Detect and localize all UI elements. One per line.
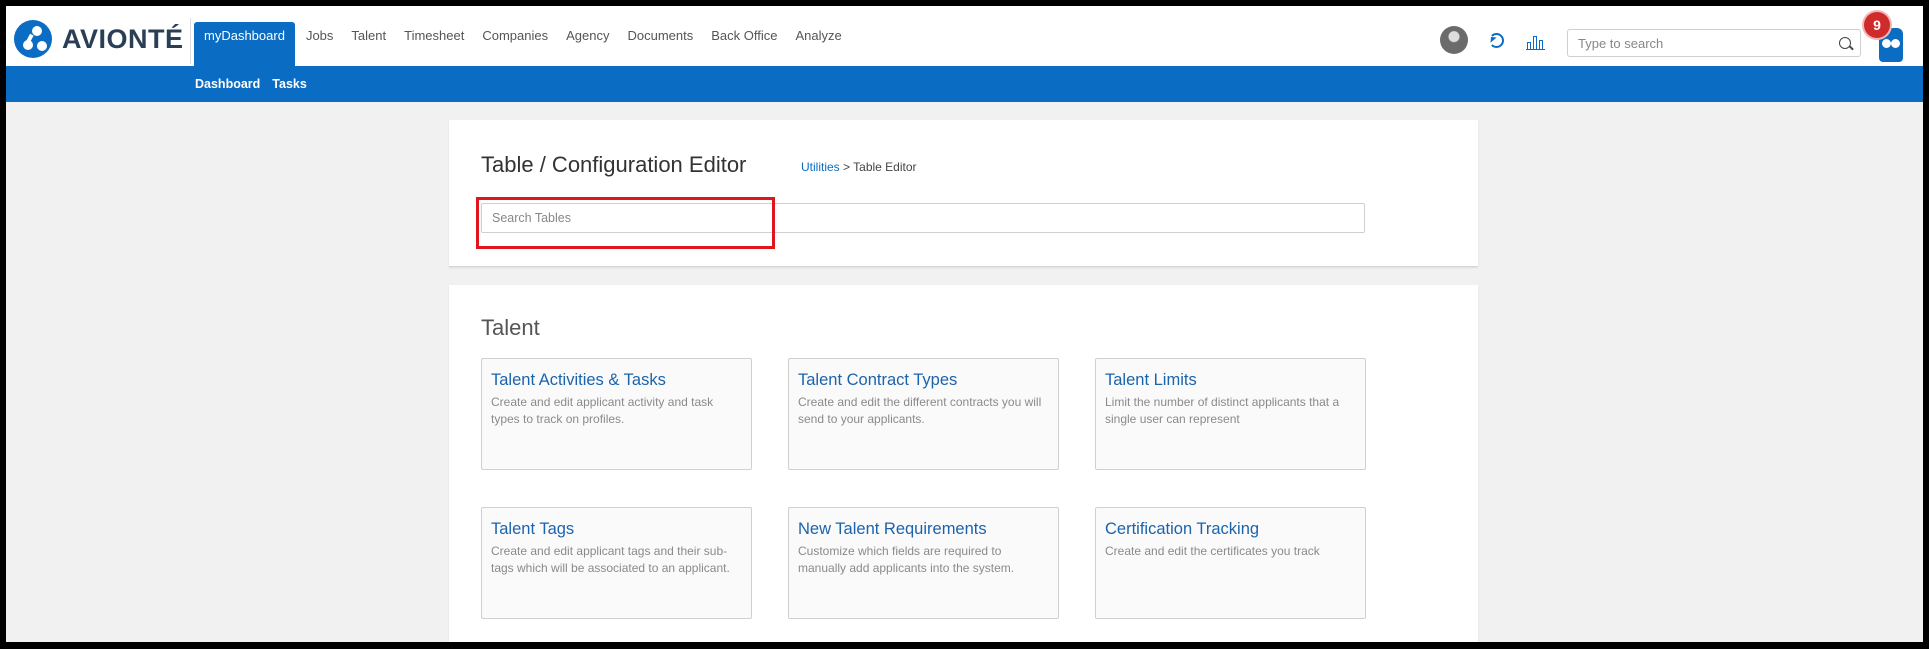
nav-jobs[interactable]: Jobs xyxy=(297,22,342,66)
sub-nav: Dashboard Tasks xyxy=(195,66,319,102)
tile-title[interactable]: Certification Tracking xyxy=(1105,520,1356,539)
nav-timesheet[interactable]: Timesheet xyxy=(395,22,473,66)
nav-mydashboard[interactable]: myDashboard xyxy=(194,22,295,66)
search-icon[interactable] xyxy=(1839,37,1851,49)
tile-desc: Create and edit the certificates you tra… xyxy=(1105,544,1320,558)
logo-text: AVIONTÉ xyxy=(62,23,184,54)
page-title: Table / Configuration Editor xyxy=(481,152,747,177)
top-header: AVIONTÉ myDashboard Jobs Talent Timeshee… xyxy=(6,6,1923,66)
breadcrumb-utilities[interactable]: Utilities xyxy=(801,160,840,174)
sub-nav-bar: Dashboard Tasks xyxy=(6,66,1923,102)
tile-talent-limits[interactable]: Talent Limits Limit the number of distin… xyxy=(1095,358,1366,470)
breadcrumb-current: Table Editor xyxy=(853,160,917,174)
breadcrumb-separator: > xyxy=(843,160,851,174)
subnav-tasks[interactable]: Tasks xyxy=(272,66,307,102)
main-nav: myDashboard Jobs Talent Timesheet Compan… xyxy=(194,22,851,66)
global-search xyxy=(1567,29,1861,57)
global-search-input[interactable] xyxy=(1568,30,1818,56)
tile-talent-activities[interactable]: Talent Activities & Tasks Create and edi… xyxy=(481,358,752,470)
tile-title[interactable]: Talent Activities & Tasks xyxy=(491,371,742,390)
tile-title[interactable]: Talent Tags xyxy=(491,520,742,539)
tile-desc: Customize which fields are required to m… xyxy=(798,544,1015,575)
divider xyxy=(190,18,191,64)
nav-documents[interactable]: Documents xyxy=(618,22,702,66)
highlight-box xyxy=(476,197,775,249)
refresh-icon[interactable] xyxy=(1489,33,1504,48)
avatar[interactable] xyxy=(1440,26,1468,54)
subnav-dashboard[interactable]: Dashboard xyxy=(195,66,260,102)
tile-new-talent-requirements[interactable]: New Talent Requirements Customize which … xyxy=(788,507,1059,619)
tile-talent-tags[interactable]: Talent Tags Create and edit applicant ta… xyxy=(481,507,752,619)
nav-analyze[interactable]: Analyze xyxy=(786,22,850,66)
nav-companies[interactable]: Companies xyxy=(473,22,557,66)
nav-back-office[interactable]: Back Office xyxy=(702,22,786,66)
tile-certification-tracking[interactable]: Certification Tracking Create and edit t… xyxy=(1095,507,1366,619)
editor-header-card: Table / Configuration Editor Utilities >… xyxy=(449,120,1478,267)
talent-section: Talent Talent Activities & Tasks Create … xyxy=(449,285,1478,642)
tile-title[interactable]: New Talent Requirements xyxy=(798,520,1049,539)
nav-agency[interactable]: Agency xyxy=(557,22,618,66)
section-title: Talent xyxy=(481,315,540,340)
notification-badge[interactable]: 9 xyxy=(1864,12,1890,38)
app-window: AVIONTÉ myDashboard Jobs Talent Timeshee… xyxy=(6,6,1923,642)
tile-desc: Create and edit the different contracts … xyxy=(798,395,1042,426)
tile-title[interactable]: Talent Limits xyxy=(1105,371,1356,390)
chart-icon[interactable] xyxy=(1526,34,1545,50)
logo[interactable]: AVIONTÉ xyxy=(14,20,184,58)
nav-talent[interactable]: Talent xyxy=(342,22,395,66)
tile-desc: Create and edit applicant activity and t… xyxy=(491,395,714,426)
tile-title[interactable]: Talent Contract Types xyxy=(798,371,1049,390)
tile-desc: Limit the number of distinct applicants … xyxy=(1105,395,1340,426)
logo-icon xyxy=(14,20,52,58)
breadcrumb: Utilities > Table Editor xyxy=(801,160,917,174)
tile-desc: Create and edit applicant tags and their… xyxy=(491,544,730,575)
tile-talent-contract-types[interactable]: Talent Contract Types Create and edit th… xyxy=(788,358,1059,470)
